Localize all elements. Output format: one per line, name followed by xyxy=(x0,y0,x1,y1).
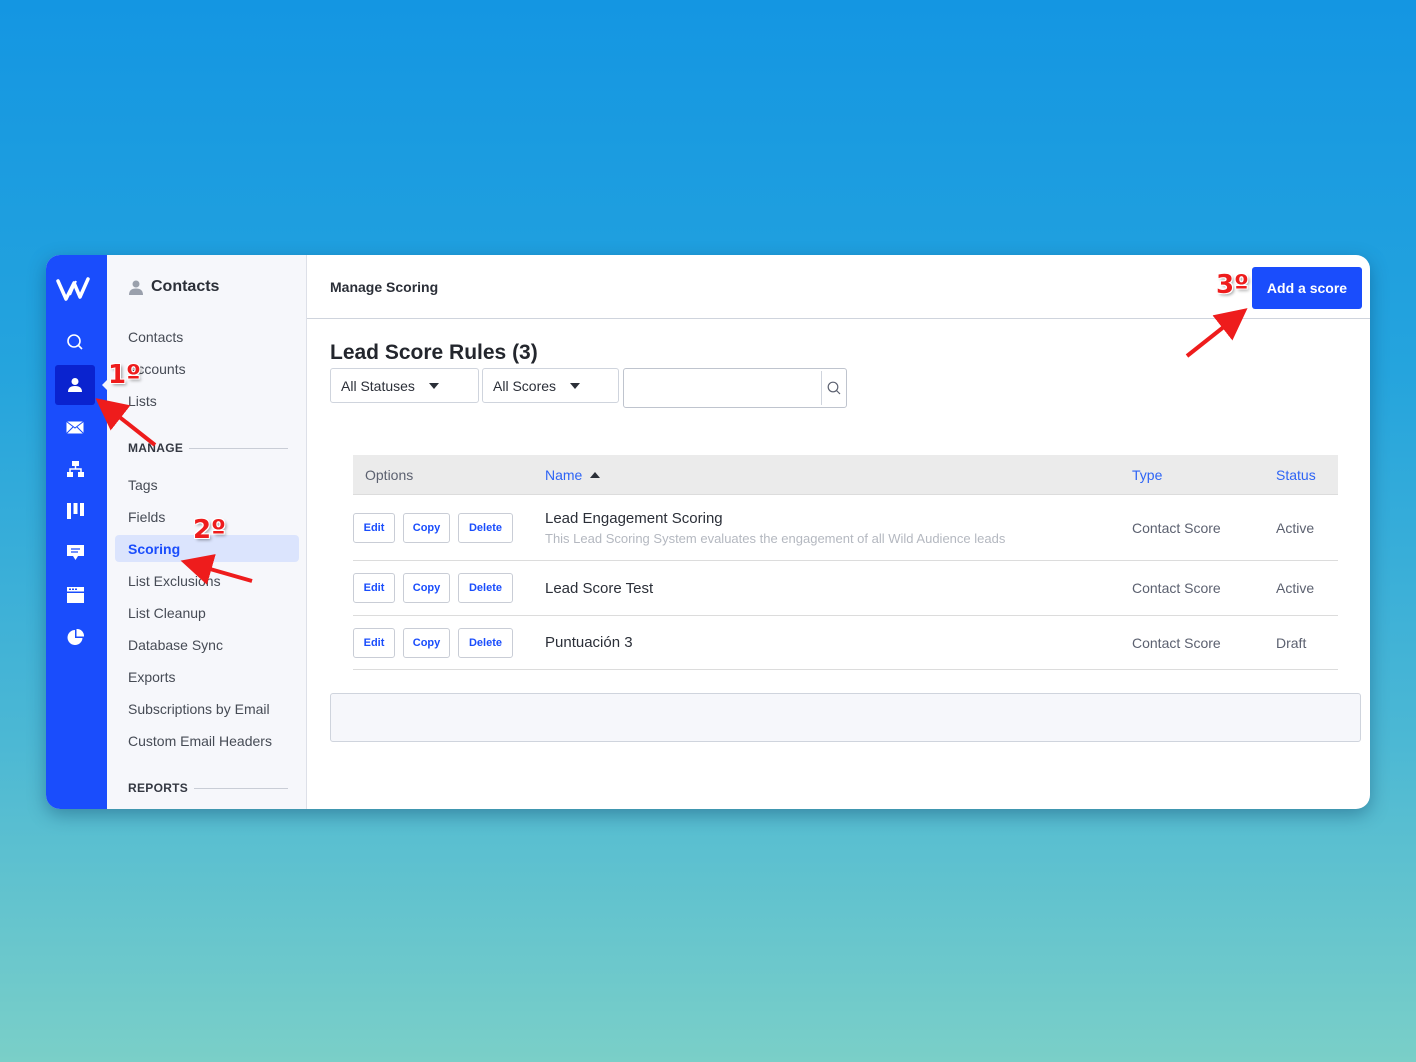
chevron-down-icon xyxy=(428,382,439,389)
header-status[interactable]: Status xyxy=(1276,467,1338,483)
email-icon[interactable] xyxy=(55,407,95,447)
row-options: Edit Copy Delete xyxy=(353,512,545,543)
section-divider xyxy=(189,447,288,449)
row-options: Edit Copy Delete xyxy=(353,573,545,603)
section-reports-label: REPORTS xyxy=(128,781,189,795)
search-button[interactable] xyxy=(821,371,846,405)
contacts-icon[interactable] xyxy=(55,365,95,405)
row-type: Contact Score xyxy=(1132,634,1221,651)
subnav-item-exports[interactable]: Exports xyxy=(115,663,299,690)
delete-button[interactable]: Delete xyxy=(458,627,513,658)
subnav-item-contacts[interactable]: Contacts xyxy=(115,323,299,350)
edit-button[interactable]: Edit xyxy=(353,512,395,543)
breadcrumb: Manage Scoring xyxy=(330,278,439,295)
reports-icon[interactable] xyxy=(55,617,95,657)
row-options: Edit Copy Delete xyxy=(353,627,545,658)
delete-button[interactable]: Delete xyxy=(458,512,513,543)
section-reports: REPORTS xyxy=(128,781,288,795)
section-divider xyxy=(194,787,288,789)
table-row: Edit Copy Delete Lead Score Test Contact… xyxy=(353,561,1338,616)
subnav-item-tags[interactable]: Tags xyxy=(115,471,299,498)
header-name-label: Name xyxy=(545,466,583,483)
add-score-button[interactable]: Add a score xyxy=(1252,267,1362,309)
subnav-item-list-exclusions[interactable]: List Exclusions xyxy=(115,567,299,594)
subnav-item-subscriptions-by-email[interactable]: Subscriptions by Email xyxy=(115,695,299,722)
app-window: Contacts Contacts Accounts Lists MANAGE … xyxy=(46,255,1370,809)
annotation-step-1: 1º xyxy=(108,360,141,390)
sort-ascending-icon xyxy=(590,471,601,478)
chevron-down-icon xyxy=(570,382,581,389)
person-icon xyxy=(129,280,143,295)
row-name: Lead Engagement Scoring xyxy=(545,509,723,527)
subnav-title: Contacts xyxy=(151,278,220,295)
subnav-header: Contacts xyxy=(107,255,306,319)
subnav-item-list-cleanup[interactable]: List Cleanup xyxy=(115,599,299,626)
table-header: Options Name Type Status xyxy=(353,455,1338,495)
row-type: Contact Score xyxy=(1132,519,1221,536)
messages-icon[interactable] xyxy=(55,533,95,573)
edit-button[interactable]: Edit xyxy=(353,573,395,603)
section-manage: MANAGE xyxy=(128,441,288,455)
table-row: Edit Copy Delete Puntuación 3 Contact Sc… xyxy=(353,616,1338,670)
row-description: This Lead Scoring System evaluates the e… xyxy=(545,530,1006,546)
status-filter-dropdown[interactable]: All Statuses xyxy=(330,368,479,403)
row-status: Active xyxy=(1276,580,1315,596)
status-filter-value: All Statuses xyxy=(341,377,415,394)
search-icon[interactable] xyxy=(55,322,95,362)
row-name: Puntuación 3 xyxy=(545,634,633,651)
copy-button[interactable]: Copy xyxy=(403,573,450,603)
edit-button[interactable]: Edit xyxy=(353,627,395,658)
header-type[interactable]: Type xyxy=(1132,467,1276,483)
subnav-item-custom-email-headers[interactable]: Custom Email Headers xyxy=(115,727,299,754)
row-type: Contact Score xyxy=(1132,580,1221,596)
wild-audience-logo[interactable] xyxy=(56,275,96,303)
row-name: Lead Score Test xyxy=(545,579,654,597)
search-input[interactable] xyxy=(624,369,821,407)
subnav-item-accounts[interactable]: Accounts xyxy=(115,355,299,382)
main-content: Manage Scoring Add a score Lead Score Ru… xyxy=(307,255,1370,809)
row-status: Active xyxy=(1276,519,1315,536)
subnav-item-database-sync[interactable]: Database Sync xyxy=(115,631,299,658)
icon-rail xyxy=(46,255,108,809)
row-name-cell: Lead Score Test xyxy=(545,580,1132,597)
header-options: Options xyxy=(365,466,414,483)
subnav-item-lists[interactable]: Lists xyxy=(115,387,299,414)
search-box xyxy=(623,368,847,408)
copy-button[interactable]: Copy xyxy=(403,512,450,543)
annotation-step-2: 2º xyxy=(193,515,226,545)
topbar: Manage Scoring Add a score xyxy=(307,255,1370,319)
row-status: Draft xyxy=(1276,634,1307,651)
row-name-cell: Puntuación 3 xyxy=(545,634,1132,651)
section-manage-label: MANAGE xyxy=(128,441,184,455)
annotation-step-3: 3º xyxy=(1216,270,1249,300)
automation-icon[interactable] xyxy=(55,449,95,489)
search-icon xyxy=(827,381,841,395)
score-filter-dropdown[interactable]: All Scores xyxy=(482,368,619,403)
score-filter-value: All Scores xyxy=(493,377,557,394)
copy-button[interactable]: Copy xyxy=(403,627,450,658)
table-footer xyxy=(330,693,1361,742)
page-title: Lead Score Rules (3) xyxy=(330,341,538,364)
row-name-cell: Lead Engagement Scoring This Lead Scorin… xyxy=(545,510,1132,546)
table-row: Edit Copy Delete Lead Engagement Scoring… xyxy=(353,495,1338,561)
score-rules-table: Options Name Type Status Edit Copy Delet… xyxy=(353,455,1338,670)
header-name[interactable]: Name xyxy=(545,467,1132,483)
delete-button[interactable]: Delete xyxy=(458,573,513,603)
landing-page-icon[interactable] xyxy=(55,575,95,615)
pipeline-icon[interactable] xyxy=(55,491,95,531)
